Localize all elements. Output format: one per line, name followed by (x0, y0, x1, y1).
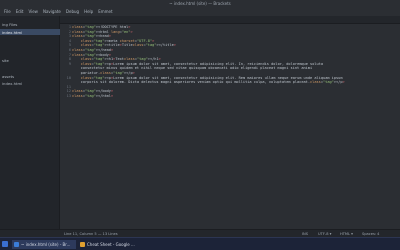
working-files-header: ing Files (2, 22, 18, 27)
code-line[interactable]: 13 class="tag"></html> (61, 94, 400, 99)
code-editor[interactable]: 1 class="tag"><!DOCTYPE html> 2 class="tag"… (61, 24, 400, 229)
taskbar-item-label: Cheat Sheet - Google ... (87, 242, 135, 247)
menu-bar: File Edit View Navigate Debug Help Emmet (0, 7, 400, 16)
editor-tab-bar (60, 16, 400, 24)
brackets-app-icon (14, 242, 19, 247)
sidebar-item-index-file[interactable]: index.html (2, 81, 22, 86)
menu-navigate[interactable]: Navigate (43, 9, 61, 14)
taskbar-item-browser[interactable]: Cheat Sheet - Google ... (78, 240, 140, 249)
menu-debug[interactable]: Debug (66, 9, 79, 14)
menu-file[interactable]: File (4, 9, 11, 14)
menu-edit[interactable]: Edit (16, 9, 24, 14)
menu-view[interactable]: View (28, 9, 38, 14)
line-number: 13 (66, 94, 71, 98)
taskbar-item-label: ~ index.html (site) - Br... (21, 242, 71, 247)
taskbar-item-brackets[interactable]: ~ index.html (site) - Br... (12, 240, 76, 249)
sidebar: ing Files index.html site assets index.h… (0, 16, 60, 229)
sidebar-item-index-html[interactable]: index.html (2, 30, 22, 35)
browser-app-icon (80, 242, 85, 247)
window-title: ~ index.html (site) — Brackets (169, 1, 231, 6)
project-title[interactable]: site (2, 58, 9, 63)
menu-help[interactable]: Help (84, 9, 93, 14)
code-text: class="tag"></html> (72, 94, 114, 98)
title-bar: ~ index.html (site) — Brackets (0, 0, 400, 7)
menu-emmet[interactable]: Emmet (98, 9, 112, 14)
status-bar: Line 11, Column 5 — 13 Lines INS UTF-8 ▾… (0, 229, 400, 237)
sidebar-item-assets[interactable]: assets (2, 74, 14, 79)
start-menu-icon[interactable] (2, 241, 8, 247)
taskbar: ~ index.html (site) - Br... Cheat Sheet … (0, 237, 400, 250)
